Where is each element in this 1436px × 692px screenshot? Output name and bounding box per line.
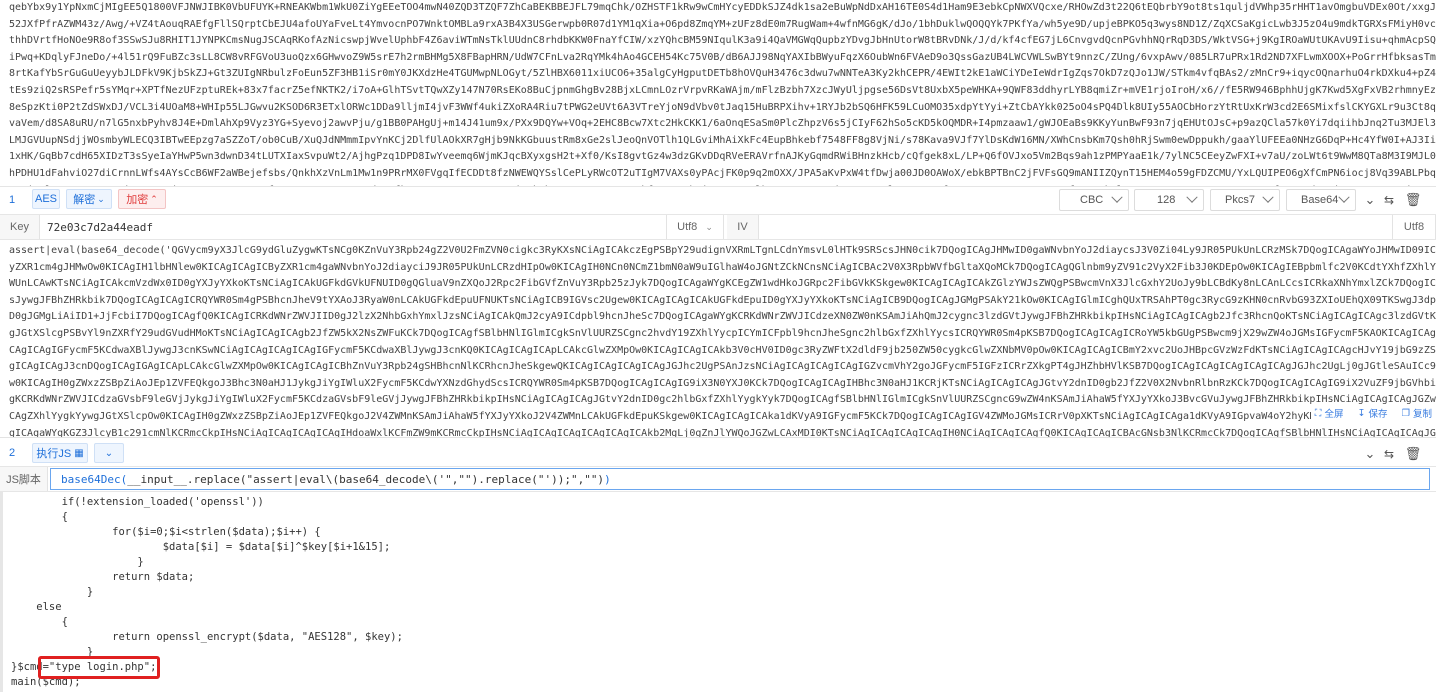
blob-line: gICAgICAgJ3cnDQogICAgIGAgICApLCAkcGlwZXM… <box>9 361 1436 373</box>
blob-line: gJGtXSlcgPSBvYl9nZXRfY29udGVudHMoKTsNCiA… <box>9 327 1436 339</box>
blob-line: 1xHK/GqBb7cdH65XIDzT3sSyeIaYHwP5wn3dwnD3… <box>9 151 1436 163</box>
output-tools: ⛶ 全屏 ↧ 保存 ❐ 复制 <box>1310 405 1436 421</box>
chevron-down-icon: ⌄ <box>104 447 114 459</box>
blob-line: 8eSpzKti0P2tZdSWxDJ/VCL3i4UOaM8+WHIp55LJ… <box>9 101 1436 113</box>
mode-value: CBC <box>1080 194 1104 206</box>
copy-label: 复制 <box>1412 409 1432 420</box>
run-js-button[interactable]: 执行JS ▦ <box>32 443 88 463</box>
encoding-value: Base64 <box>1301 194 1339 206</box>
blob-line: gKCRKdWNrZWVJICdzaGVsbF9leGVjJykgJiYgIWl… <box>9 394 1436 406</box>
chevron-down-icon: ⌄ <box>97 193 105 204</box>
decrypted-output-textarea[interactable]: assert|eval(base64_decode('QGVycm9yX3Jlc… <box>0 241 1436 438</box>
script-output[interactable]: if(!extension_loaded('openssl')) { for($… <box>0 492 1436 692</box>
blob-line: iPwq+KDqlyFJneDo/+4l51rQ9FuBZc3sLL8CW8vR… <box>9 51 1436 63</box>
blob-line: 52JXfPfrAZWM43z/Awg/+VZ4tAouqRAEfgFllSQr… <box>9 18 1436 30</box>
blob-line: LMJGVUupNSdjjWOsmbyWLECQ3IBTwEEpzg7aSZZo… <box>9 134 1436 146</box>
iv-label: IV <box>727 215 759 239</box>
blob-line: CAgZXhlYygkYywgJGtXSlcpOw0KICAgIH0gZWxzZ… <box>9 410 1436 422</box>
encrypted-input-textarea[interactable]: qebYbx9y1YpNxmCjMIgEE5Q1800VFJNWJIBK0VbU… <box>0 0 1436 186</box>
code-line: } <box>11 586 94 598</box>
js-script-row: JS脚本 base64Dec(__input__.replace("assert… <box>0 466 1436 492</box>
run-js-label: 执行JS <box>36 448 72 460</box>
code-line: for($i=0;$i<strlen($data);$i++) { <box>11 526 321 538</box>
padding-select[interactable]: Pkcs7 <box>1210 189 1280 211</box>
fullscreen-icon: ⛶ <box>1314 407 1322 419</box>
mode-select[interactable]: CBC <box>1059 189 1129 211</box>
step-number: 2 <box>8 447 16 459</box>
blob-line: hPDHU1dFahviO27diCrnnLWfs4AYsCcB6WF2aWBe… <box>9 167 1436 179</box>
blob-line: qebYbx9y1YpNxmCjMIgEE5Q1800VFJNWJIBK0VbU… <box>9 2 1436 13</box>
chevron-down-icon <box>1262 191 1274 203</box>
blob-line: yZXR1cm4gJHMwOw0KICAgIH1lbHNlew0KICAgICA… <box>9 261 1436 273</box>
iv-encoding-select[interactable]: Utf8 <box>1392 215 1436 239</box>
code-line: { <box>11 616 68 628</box>
bits-value: 128 <box>1157 194 1176 206</box>
code-line: return openssl_encrypt($data, "AES128", … <box>11 631 403 643</box>
iv-input[interactable] <box>764 215 1384 239</box>
highlight-box <box>38 656 160 679</box>
key-encoding-value: Utf8 <box>677 221 698 233</box>
blob-line: WUnLCAwKTsNCiAgICAkcmVzdWx0ID0gYXJyYXkoK… <box>9 278 1436 290</box>
script-body: __input__.replace("assert|eval\(base64_d… <box>127 472 605 486</box>
code-line: return $data; <box>11 571 195 583</box>
aes-mode-button[interactable]: AES <box>32 189 60 209</box>
padding-value: Pkcs7 <box>1225 194 1255 206</box>
copy-icon: ❐ <box>1401 407 1410 419</box>
step-number: 1 <box>8 194 16 206</box>
encrypt-button[interactable]: 加密 ⌃ <box>118 189 166 209</box>
script-prefix: base64Dec( <box>61 472 128 486</box>
encrypt-label: 加密 <box>126 194 149 206</box>
iv-encoding-value: Utf8 <box>1403 221 1425 233</box>
blob-line: w0KICAgIH0gZWxzZSBpZiAoJEp1ZVFEQkgoJ3Bhc… <box>9 377 1436 389</box>
decrypt-label: 解密 <box>73 194 96 206</box>
blob-line: sJywgJFBhZHRkbik7DQogICAgICAgICRQYWR0Sm4… <box>9 294 1436 306</box>
code-icon: ▦ <box>74 447 84 459</box>
swap-icon[interactable]: ⇆ <box>1378 443 1400 465</box>
blob-line: tEs9ziQ2sRSPefr5sYMqr+XPTfNezUFzptuREk+8… <box>9 84 1436 96</box>
code-line: } <box>11 556 144 568</box>
trash-icon[interactable]: 🗑 <box>1402 189 1424 211</box>
blob-line: gICAgaWYgKGZ3JlcyB1c291cmNlKCRmcCkpIHsNC… <box>9 427 1436 438</box>
bits-select[interactable]: 128 <box>1134 189 1204 211</box>
code-line: else <box>11 601 62 613</box>
blob-line: assert|eval(base64_decode('QGVycm9yX3Jlc… <box>9 245 1436 256</box>
key-encoding-select[interactable]: Utf8 ⌄ <box>666 215 724 239</box>
encoding-select[interactable]: Base64 <box>1286 189 1356 211</box>
aes-toolbar: 1 AES 解密 ⌄ 加密 ⌃ CBC 128 Pkcs7 Base64 ⌄ ⇆… <box>0 187 1436 213</box>
code-line: $data[$i] = $data[$i]^$key[$i+1&15]; <box>11 541 391 553</box>
chevron-down-icon <box>1186 191 1198 203</box>
fullscreen-button[interactable]: ⛶ 全屏 <box>1315 405 1344 421</box>
download-icon: ↧ <box>1357 407 1366 419</box>
fullscreen-label: 全屏 <box>1324 409 1344 420</box>
save-label: 保存 <box>1368 409 1388 420</box>
key-input[interactable]: 72e03c7d2a44eadf <box>47 215 657 239</box>
code-line: { <box>11 511 68 523</box>
swap-icon[interactable]: ⇆ <box>1378 189 1400 211</box>
chevron-down-icon <box>1111 191 1123 203</box>
key-label: Key <box>0 215 40 239</box>
code-line: if(!extension_loaded('openssl')) <box>11 496 264 508</box>
blob-line: thhDVrtfHoNOe9R8of3SSwSJu8RHIT1JYNPKCmsN… <box>9 35 1436 47</box>
chevron-down-icon <box>1338 191 1350 203</box>
decrypt-button[interactable]: 解密 ⌄ <box>66 189 112 209</box>
chevron-down-icon: ⌄ <box>705 221 713 232</box>
js-script-label: JS脚本 <box>0 467 48 491</box>
copy-button[interactable]: ❐ 复制 <box>1401 405 1432 421</box>
save-button[interactable]: ↧ 保存 <box>1357 405 1387 421</box>
key-row: Key 72e03c7d2a44eadf Utf8 ⌄ IV Utf8 <box>0 214 1436 240</box>
js-script-input[interactable]: base64Dec(__input__.replace("assert|eval… <box>50 468 1430 490</box>
blob-line: D0gJGMgLiAiID1+JjFcbiI7DQogICAgfQ0KICAgI… <box>9 311 1436 323</box>
collapse-button[interactable]: ⌄ <box>94 443 124 463</box>
blob-line: CAgICAgIGFycmF5KCdwaXBlJywgJ3cnKSwNCiAgI… <box>9 344 1436 356</box>
trash-icon[interactable]: 🗑 <box>1402 443 1424 465</box>
chevron-up-icon: ⌃ <box>150 193 158 204</box>
blob-line: vaVem/d8SA8uRU/n7lG5nxbPyhv8J4E+DmlAhXp9… <box>9 118 1436 130</box>
js-toolbar: 2 执行JS ▦ ⌄ ⌄ ⇆ 🗑 <box>0 441 1436 466</box>
script-suffix: ) <box>604 472 611 486</box>
blob-line: 8rtKafYbSrGuGuUeyybJLDFkV9KjbSkZJ+Gt3ZUI… <box>9 68 1436 80</box>
